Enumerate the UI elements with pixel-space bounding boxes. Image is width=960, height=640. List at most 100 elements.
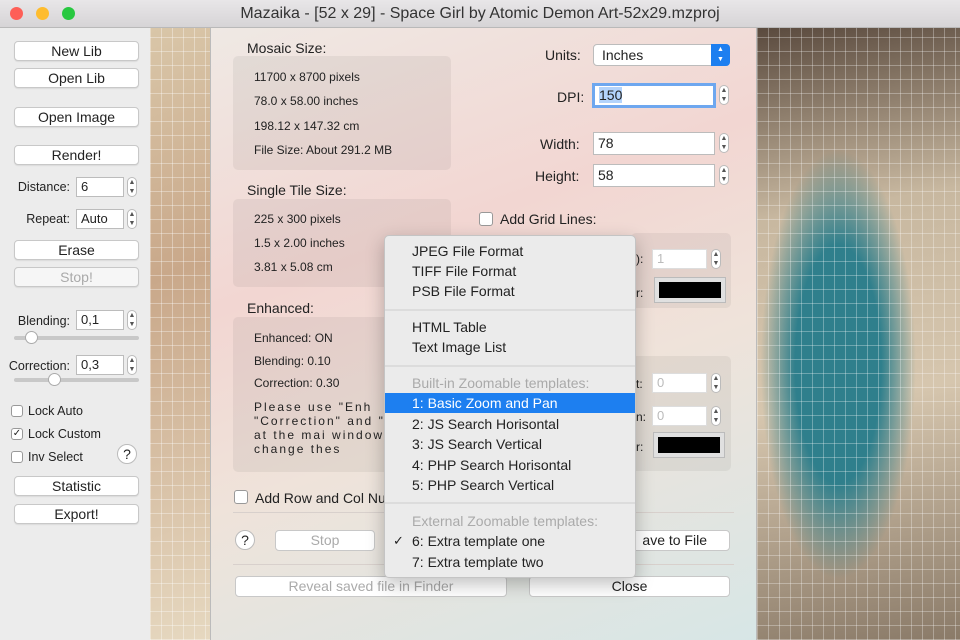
correction-stepper[interactable]: ▲ ▼: [127, 355, 137, 375]
inv-select-label: Inv Select: [28, 450, 83, 464]
offset-stepper-1[interactable]: ▲ ▼: [711, 373, 721, 393]
menu-item-php-search-horisontal[interactable]: 4: PHP Search Horisontal: [385, 455, 635, 475]
render-button[interactable]: Render!: [14, 145, 139, 165]
mosaic-file-size: File Size: About 291.2 MB: [254, 143, 393, 157]
chevron-updown-icon[interactable]: ▲ ▼: [711, 44, 730, 66]
mosaic-preview-right[interactable]: [757, 28, 960, 640]
close-button[interactable]: Close: [529, 576, 730, 597]
menu-item-label: 6: Extra template one: [412, 533, 546, 549]
tile-cm: 3.81 x 5.08 cm: [254, 260, 333, 274]
grid-width-stepper[interactable]: ▲ ▼: [711, 249, 721, 269]
grid-lines-checkbox[interactable]: [479, 212, 493, 226]
statistic-button[interactable]: Statistic: [14, 476, 139, 496]
inv-select-checkbox[interactable]: [11, 451, 23, 463]
dialog-stop-button[interactable]: Stop: [275, 530, 375, 551]
distance-input[interactable]: 6: [76, 177, 124, 197]
dpi-label: DPI:: [557, 89, 585, 105]
reveal-in-finder-button[interactable]: Reveal saved file in Finder: [235, 576, 507, 597]
tile-inches: 1.5 x 2.00 inches: [254, 236, 345, 250]
blending-input[interactable]: 0,1: [76, 310, 124, 330]
export-button[interactable]: Export!: [14, 504, 139, 524]
sidebar: New Lib Open Lib Open Image Render! Dist…: [0, 28, 150, 640]
erase-button[interactable]: Erase: [14, 240, 139, 260]
menu-item-tiff[interactable]: TIFF File Format: [385, 261, 635, 281]
menu-item-psb[interactable]: PSB File Format: [385, 281, 635, 301]
mosaic-cm: 198.12 x 147.32 cm: [254, 119, 360, 133]
menu-item-php-search-vertical[interactable]: 5: PHP Search Vertical: [385, 475, 635, 495]
repeat-stepper[interactable]: ▲ ▼: [127, 209, 137, 229]
mosaic-size-box: 11700 x 8700 pixels 78.0 x 58.00 inches …: [233, 56, 451, 170]
dialog-help-button[interactable]: ?: [235, 530, 255, 550]
units-select[interactable]: Inches: [593, 44, 730, 66]
menu-item-html-table[interactable]: HTML Table: [385, 317, 635, 337]
blending-slider-knob[interactable]: [25, 331, 39, 344]
blending-stepper[interactable]: ▲ ▼: [127, 310, 137, 330]
menu-separator: [385, 502, 635, 504]
mosaic-inches: 78.0 x 58.00 inches: [254, 94, 359, 108]
distance-stepper[interactable]: ▲ ▼: [127, 177, 137, 197]
grid-color-well[interactable]: [654, 277, 726, 303]
enhanced-title: Enhanced:: [247, 300, 314, 316]
menu-item-js-search-vertical[interactable]: 3: JS Search Vertical: [385, 434, 635, 454]
dpi-stepper[interactable]: ▲ ▼: [719, 85, 729, 105]
menu-item-extra-one[interactable]: ✓ 6: Extra template one: [385, 531, 635, 551]
open-lib-button[interactable]: Open Lib: [14, 68, 139, 88]
offset-input-2[interactable]: 0: [652, 406, 707, 426]
correction-label: Correction:: [8, 359, 70, 373]
row-col-numbers-checkbox[interactable]: [234, 490, 248, 504]
correction-input[interactable]: 0,3: [76, 355, 124, 375]
menu-item-text-image-list[interactable]: Text Image List: [385, 337, 635, 357]
mosaic-size-title: Mosaic Size:: [247, 40, 327, 56]
new-lib-button[interactable]: New Lib: [14, 41, 139, 61]
menu-item-basic-zoom[interactable]: 1: Basic Zoom and Pan: [385, 393, 635, 413]
mosaic-pixels: 11700 x 8700 pixels: [254, 70, 360, 84]
grid-width-input[interactable]: 1: [652, 249, 707, 269]
title-bar: Mazaika - [52 x 29] - Space Girl by Atom…: [0, 0, 960, 28]
offset-label-2: n:: [636, 410, 647, 424]
width-label: Width:: [540, 136, 580, 152]
offset-input-1[interactable]: 0: [652, 373, 707, 393]
label-color-well[interactable]: [653, 432, 725, 458]
lock-auto-label: Lock Auto: [28, 404, 83, 418]
lock-custom-label: Lock Custom: [28, 427, 101, 441]
help-button[interactable]: ?: [117, 444, 137, 464]
width-input[interactable]: 78: [593, 132, 715, 155]
menu-item-jpeg[interactable]: JPEG File Format: [385, 241, 635, 261]
row-col-numbers-label: Add Row and Col Nu: [255, 490, 386, 506]
tile-size-title: Single Tile Size:: [247, 182, 347, 198]
open-image-button[interactable]: Open Image: [14, 107, 139, 127]
menu-item-extra-two[interactable]: 7: Extra template two: [385, 552, 635, 572]
height-stepper[interactable]: ▲ ▼: [719, 165, 729, 185]
enhanced-blending: Blending: 0.10: [254, 354, 331, 368]
window-title: Mazaika - [52 x 29] - Space Girl by Atom…: [240, 5, 720, 22]
enhanced-status: Enhanced: ON: [254, 331, 333, 345]
blending-slider[interactable]: [14, 331, 139, 344]
height-input[interactable]: 58: [593, 164, 715, 187]
grid-width-label: ):: [636, 252, 644, 266]
correction-slider-knob[interactable]: [47, 373, 61, 386]
menu-item-js-search-horisontal[interactable]: 2: JS Search Horisontal: [385, 414, 635, 434]
menu-header-external: External Zoomable templates:: [412, 513, 598, 529]
offset-stepper-2[interactable]: ▲ ▼: [711, 406, 721, 426]
label-color-label: r:: [636, 440, 644, 454]
offset-label-1: t:: [636, 377, 643, 391]
mosaic-preview-left[interactable]: [150, 28, 210, 640]
lock-auto-checkbox[interactable]: [11, 405, 23, 417]
tile-pixels: 225 x 300 pixels: [254, 212, 341, 226]
blending-label: Blending:: [17, 314, 70, 328]
dpi-input[interactable]: 150: [592, 83, 716, 108]
repeat-input[interactable]: Auto: [76, 209, 124, 229]
correction-slider[interactable]: [14, 373, 139, 386]
height-label: Height:: [535, 168, 580, 184]
grid-lines-label: Add Grid Lines:: [500, 211, 597, 227]
units-label: Units:: [545, 47, 581, 63]
grid-color-label: r:: [636, 286, 644, 300]
stop-button[interactable]: Stop!: [14, 267, 139, 287]
menu-separator: [385, 365, 635, 367]
width-stepper[interactable]: ▲ ▼: [719, 133, 729, 153]
export-format-menu: JPEG File Format TIFF File Format PSB Fi…: [384, 235, 636, 578]
lock-custom-checkbox[interactable]: ✓: [11, 428, 23, 440]
repeat-label: Repeat:: [26, 212, 70, 226]
enhanced-correction: Correction: 0.30: [254, 376, 340, 390]
menu-header-builtin: Built-in Zoomable templates:: [412, 375, 590, 391]
